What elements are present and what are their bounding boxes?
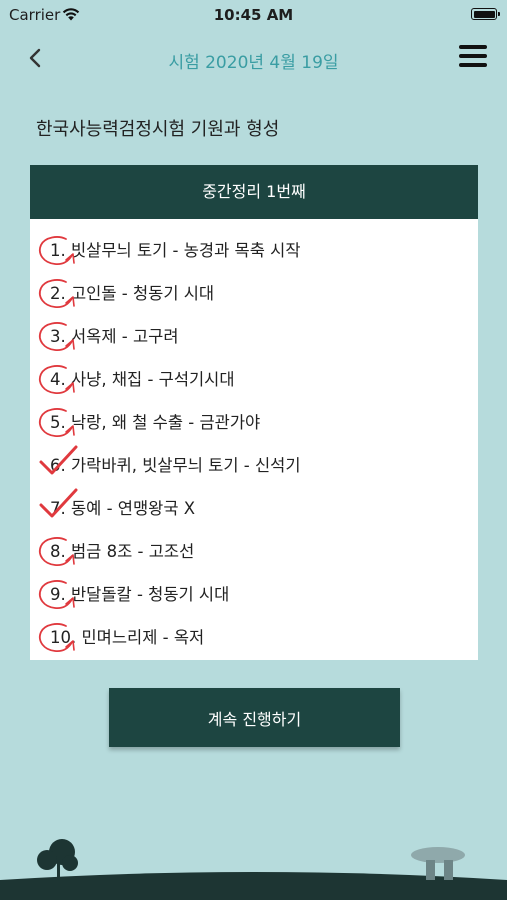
status-time: 10:45 AM	[213, 6, 294, 24]
list-item-text: 6. 가락바퀴, 빗살무늬 토기 - 신석기	[50, 456, 301, 475]
list-item: 2. 고인돌 - 청동기 시대	[30, 272, 478, 315]
summary-list: 1. 빗살무늬 토기 - 농경과 목축 시작 2. 고인돌 - 청동기 시대 3…	[30, 229, 478, 659]
status-bar: Carrier 10:45 AM	[0, 0, 507, 30]
list-item-text: 1. 빗살무늬 토기 - 농경과 목축 시작	[50, 241, 301, 260]
section-title: 한국사능력검정시험 기원과 형성	[36, 119, 280, 140]
list-item: 3. 서옥제 - 고구려	[30, 315, 478, 358]
list-item: 6. 가락바퀴, 빗살무늬 토기 - 신석기	[30, 444, 478, 487]
list-item-text: 4. 사냥, 채집 - 구석기시대	[50, 370, 235, 389]
list-item: 4. 사냥, 채집 - 구석기시대	[30, 358, 478, 401]
continue-button[interactable]: 계속 진행하기	[109, 688, 400, 747]
list-item: 10. 민며느리제 - 옥저	[30, 616, 478, 659]
landscape-illustration	[0, 839, 507, 900]
list-item-text: 3. 서옥제 - 고구려	[50, 327, 179, 346]
card-header: 중간정리 1번째	[30, 165, 478, 219]
tree-icon	[37, 839, 78, 880]
list-item: 5. 낙랑, 왜 철 수출 - 금관가야	[30, 401, 478, 444]
list-item-text: 8. 범금 8조 - 고조선	[50, 542, 195, 561]
summary-card: 중간정리 1번째 1. 빗살무늬 토기 - 농경과 목축 시작 2. 고인돌 -…	[30, 165, 478, 660]
list-item-text: 5. 낙랑, 왜 철 수출 - 금관가야	[50, 413, 261, 432]
battery-icon	[471, 8, 500, 20]
list-item: 7. 동예 - 연맹왕국 X	[30, 487, 478, 530]
list-item: 1. 빗살무늬 토기 - 농경과 목축 시작	[30, 229, 478, 272]
hamburger-menu-icon[interactable]	[459, 45, 487, 71]
list-item-text: 2. 고인돌 - 청동기 시대	[50, 284, 215, 303]
nav-bar: 시험 2020년 4월 19일	[0, 38, 507, 82]
dolmen-icon	[411, 847, 465, 880]
list-item-text: 9. 반달돌칼 - 청동기 시대	[50, 585, 230, 604]
list-item-text: 7. 동예 - 연맹왕국 X	[50, 499, 196, 518]
page-title: 시험 2020년 4월 19일	[168, 53, 339, 73]
list-item: 8. 범금 8조 - 고조선	[30, 530, 478, 573]
list-item: 9. 반달돌칼 - 청동기 시대	[30, 573, 478, 616]
list-item-text: 10. 민며느리제 - 옥저	[50, 628, 205, 647]
